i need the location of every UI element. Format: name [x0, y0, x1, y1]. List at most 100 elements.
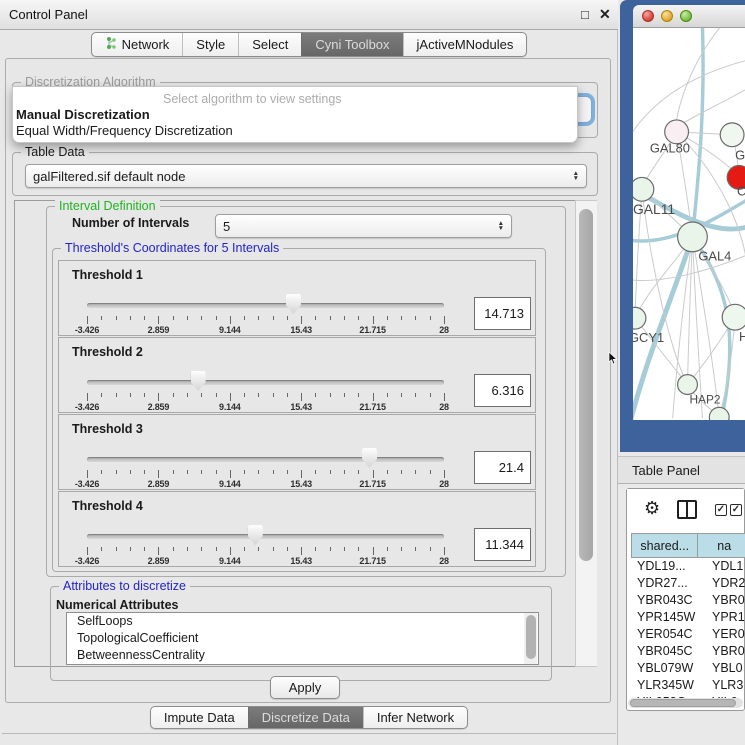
algorithm-option-manual[interactable]: Manual Discretization — [16, 107, 150, 122]
table-cell[interactable]: YDL19... — [631, 558, 708, 575]
tab-infer-network[interactable]: Infer Network — [363, 707, 467, 728]
attribute-item-betweennesscentrality[interactable]: BetweennessCentrality — [67, 647, 538, 664]
attributes-scrollbar-thumb[interactable] — [526, 615, 536, 659]
checkbox-icon-2[interactable]: ✓ — [730, 504, 742, 516]
tab-network[interactable]: Network — [92, 33, 183, 56]
table-data-value: galFiltered.sif default node — [33, 169, 185, 184]
table-cell[interactable]: YBR043C — [631, 592, 708, 609]
split-columns-icon[interactable] — [677, 500, 697, 519]
tab-label: Select — [252, 37, 288, 52]
network-node[interactable] — [709, 407, 729, 420]
table-data-combobox[interactable]: galFiltered.sif default node ▲▼ — [25, 164, 587, 188]
network-node-gal11[interactable] — [633, 177, 654, 201]
table-cell[interactable]: YBL079W — [631, 660, 708, 677]
threshold-2-value-field[interactable]: 6.316 — [474, 374, 531, 407]
threshold-4-value-field[interactable]: 11.344 — [474, 528, 531, 561]
tab-select[interactable]: Select — [238, 33, 301, 56]
apply-button-label: Apply — [289, 680, 322, 695]
slider-ticks — [87, 547, 444, 556]
table-row[interactable]: YBR045CYBR0 — [631, 643, 745, 660]
gear-icon[interactable]: ⚙ — [644, 498, 660, 519]
apply-button[interactable]: Apply — [270, 676, 340, 699]
numerical-attributes-list[interactable]: SelfLoopsTopologicalCoefficientBetweenne… — [66, 612, 539, 665]
control-panel: Control Panel □ ✕ NetworkStyleSelectCyni… — [0, 0, 618, 745]
attribute-item-selfloops[interactable]: SelfLoops — [67, 613, 538, 630]
minimize-traffic-light-icon[interactable] — [661, 10, 673, 22]
table-cell[interactable]: YBL0 — [708, 660, 745, 677]
table-hscrollbar-thumb[interactable] — [630, 699, 736, 707]
table-row[interactable]: YPR145WYPR1 — [631, 609, 745, 626]
column-header-shared[interactable]: shared... — [631, 533, 698, 558]
threshold-3-slider[interactable]: -3.4262.8599.14415.4321.71528 — [87, 445, 450, 487]
table-row[interactable]: YLR345WYLR3 — [631, 677, 745, 694]
settings-vertical-scrollbar[interactable] — [575, 200, 597, 667]
tab-jactivemnodules[interactable]: jActiveMNodules — [403, 33, 527, 56]
tab-label: Network — [122, 37, 170, 52]
table-cell[interactable]: YDR27... — [631, 575, 708, 592]
tab-impute-data[interactable]: Impute Data — [151, 707, 248, 728]
checkbox-icon-1[interactable]: ✓ — [715, 504, 727, 516]
threshold-2-slider[interactable]: -3.4262.8599.14415.4321.71528 — [87, 368, 450, 410]
network-view-window[interactable]: GAL80GACYGAL11GAL4GCY1HIHAP2 — [620, 0, 745, 452]
threshold-3-panel: Threshold 3-3.4262.8599.14415.4321.71528… — [58, 414, 536, 490]
table-row[interactable]: YDR27...YDR2 — [631, 575, 745, 592]
threshold-3-slider-thumb[interactable] — [362, 448, 377, 468]
tab-cyni-toolbox[interactable]: Cyni Toolbox — [301, 33, 402, 56]
network-node-gcy1[interactable] — [633, 307, 646, 329]
float-window-icon[interactable]: □ — [581, 7, 589, 22]
attribute-item-topologicalcoefficient[interactable]: TopologicalCoefficient — [67, 630, 538, 647]
settings-scrollbar-thumb[interactable] — [579, 209, 593, 561]
threshold-4-slider[interactable]: -3.4262.8599.14415.4321.71528 — [87, 522, 450, 564]
slider-ticks — [87, 393, 444, 402]
table-cell[interactable]: YER054C — [631, 626, 708, 643]
attributes-scrollbar[interactable] — [524, 613, 537, 664]
threshold-1-slider[interactable]: -3.4262.8599.14415.4321.71528 — [87, 291, 450, 333]
table-row[interactable]: YER054CYER0 — [631, 626, 745, 643]
stepper-arrows-icon: ▲▼ — [567, 171, 579, 182]
network-icon — [105, 36, 117, 53]
table-toolbar: ⚙ ✓ ✓ — [627, 489, 744, 531]
threshold-4-slider-thumb[interactable] — [248, 525, 263, 545]
network-node-hi[interactable] — [722, 304, 745, 330]
table-cell[interactable]: YDR2 — [708, 575, 745, 592]
threshold-1-slider-thumb[interactable] — [286, 294, 301, 314]
close-icon[interactable]: ✕ — [599, 6, 611, 23]
column-header-na[interactable]: na — [698, 533, 745, 558]
network-canvas[interactable]: GAL80GACYGAL11GAL4GCY1HIHAP2 — [633, 28, 745, 420]
table-cell[interactable]: YBR045C — [631, 643, 708, 660]
table-row[interactable]: YDL19...YDL1 — [631, 558, 745, 575]
tab-style[interactable]: Style — [182, 33, 238, 56]
algorithm-option-equal-width[interactable]: Equal Width/Frequency Discretization — [16, 123, 233, 138]
slider-track[interactable] — [87, 457, 444, 462]
table-cell[interactable]: YPR1 — [708, 609, 745, 626]
table-cell[interactable]: YLR345W — [631, 677, 708, 694]
tab-discretize-data[interactable]: Discretize Data — [248, 707, 363, 728]
threshold-3-value-field[interactable]: 21.4 — [474, 451, 531, 484]
slider-track[interactable] — [87, 380, 444, 385]
slider-track[interactable] — [87, 534, 444, 539]
table-cell[interactable]: YBR0 — [708, 643, 745, 660]
algorithm-prompt-item[interactable]: Select algorithm to view settings — [163, 92, 342, 106]
threshold-2-slider-thumb[interactable] — [191, 371, 206, 391]
table-row[interactable]: YBL079WYBL0 — [631, 660, 745, 677]
table-cell[interactable]: YBR0 — [708, 592, 745, 609]
table-cell[interactable]: YLR3 — [708, 677, 745, 694]
slider-tick-labels: -3.4262.8599.14415.4321.71528 — [87, 325, 444, 335]
table-cell[interactable]: YDL1 — [708, 558, 745, 575]
threshold-1-value-field[interactable]: 14.713 — [474, 297, 531, 330]
zoom-traffic-light-icon[interactable] — [680, 10, 692, 22]
node-label-gal11: GAL11 — [633, 201, 675, 217]
table-cell[interactable]: YER0 — [708, 626, 745, 643]
network-node-gal4[interactable] — [678, 222, 708, 252]
node-label-gcy1: GCY1 — [633, 330, 664, 345]
network-node-ga[interactable] — [720, 123, 744, 147]
network-window-titlebar[interactable] — [633, 5, 745, 28]
table-horizontal-scrollbar[interactable] — [628, 698, 743, 708]
slider-track[interactable] — [87, 303, 444, 308]
panel-bottom-edge — [2, 733, 616, 736]
number-of-intervals-combobox[interactable]: 5 ▲▼ — [215, 214, 512, 238]
table-row[interactable]: YBR043CYBR0 — [631, 592, 745, 609]
mouse-cursor — [608, 352, 618, 365]
close-traffic-light-icon[interactable] — [642, 10, 654, 22]
table-cell[interactable]: YPR145W — [631, 609, 708, 626]
